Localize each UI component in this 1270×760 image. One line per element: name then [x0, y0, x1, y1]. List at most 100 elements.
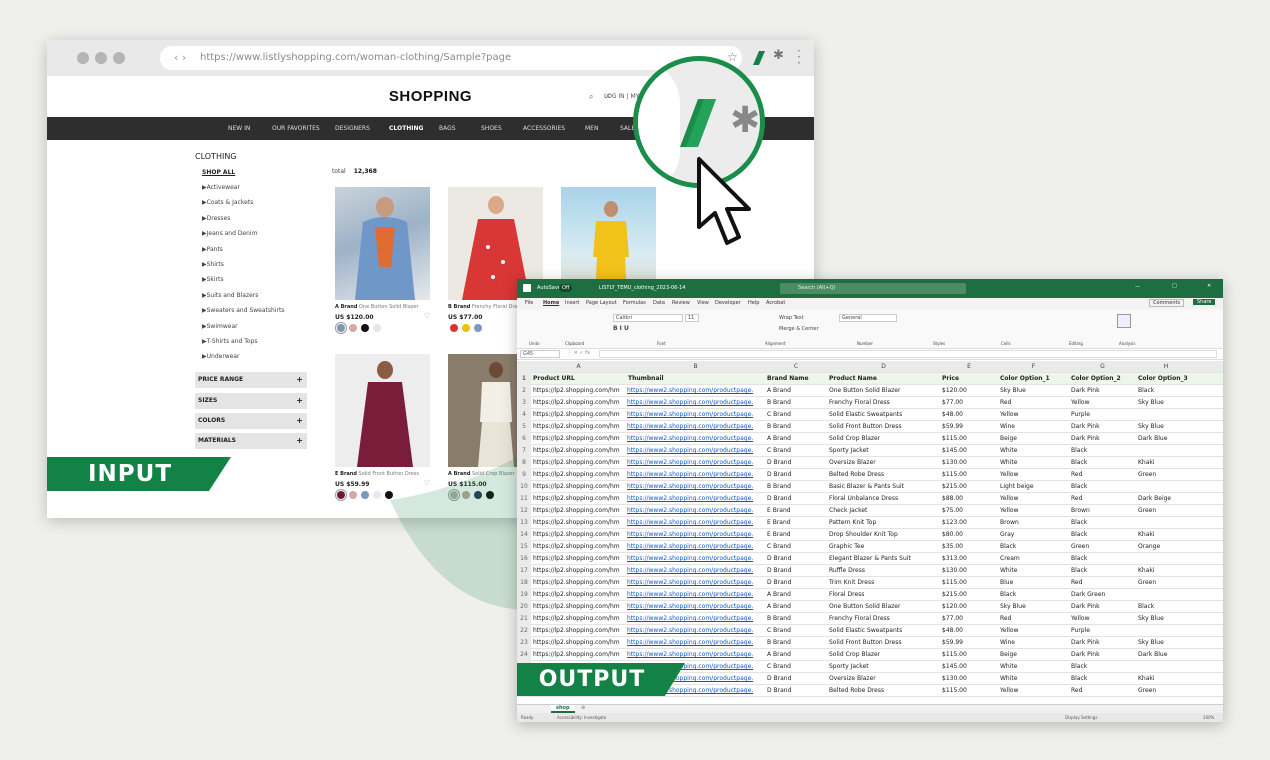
filter-colors[interactable]: COLORS + — [195, 413, 307, 429]
cell-product-url[interactable]: https://lp2.shopping.com/hm — [533, 639, 625, 646]
header-cell[interactable]: Product URL — [533, 375, 625, 382]
category-item[interactable]: ▶Pants — [202, 246, 223, 253]
header-cell[interactable]: Price — [942, 375, 997, 382]
filter-price-range[interactable]: PRICE RANGE + — [195, 372, 307, 388]
cell-price[interactable]: $59.99 — [942, 639, 997, 646]
cell-color-3[interactable]: Khaki — [1138, 531, 1195, 538]
cell-price[interactable]: $115.00 — [942, 579, 997, 586]
cell-price[interactable]: $88.00 — [942, 495, 997, 502]
cell-thumbnail-link[interactable]: https://www2.shopping.com/productpage. — [627, 579, 764, 586]
cell-product-name[interactable]: Trim Knit Dress — [829, 579, 939, 586]
cell-product-url[interactable]: https://lp2.shopping.com/hm — [533, 507, 625, 514]
puzzle-icon[interactable]: ✱ — [773, 48, 784, 63]
window-maximize-dot[interactable] — [113, 52, 125, 64]
menu-view[interactable]: View — [697, 300, 709, 306]
cell-thumbnail-link[interactable]: https://www2.shopping.com/productpage. — [627, 591, 764, 598]
column-letter[interactable]: G — [1069, 363, 1136, 370]
row-number[interactable]: 10 — [517, 481, 531, 493]
cell-thumbnail-link[interactable]: https://www2.shopping.com/productpage. — [627, 627, 764, 634]
cell-brand[interactable]: B Brand — [767, 483, 826, 490]
window-close-dot[interactable] — [77, 52, 89, 64]
cell-color-3[interactable]: Green — [1138, 507, 1195, 514]
login-link[interactable]: LOG IN | MY — [604, 93, 639, 100]
cell-product-name[interactable]: Graphic Tee — [829, 543, 939, 550]
category-item[interactable]: ▶Sweaters and Sweatshirts — [202, 307, 284, 314]
cell-thumbnail-link[interactable]: https://www2.shopping.com/productpage. — [627, 459, 764, 466]
bold-italic-underline-icons[interactable]: B I U — [613, 325, 629, 332]
row-number[interactable]: 12 — [517, 505, 531, 517]
listly-extension-icon[interactable] — [680, 99, 716, 147]
search-icon[interactable]: ⌕ — [589, 92, 593, 102]
cell-color-1[interactable]: Cream — [1000, 555, 1068, 562]
name-box[interactable]: G45 — [520, 350, 560, 358]
cell-brand[interactable]: A Brand — [767, 591, 826, 598]
cell-color-3[interactable]: Khaki — [1138, 675, 1195, 682]
cell-product-name[interactable]: One Button Solid Blazer — [829, 603, 939, 610]
column-letter[interactable]: C — [765, 363, 827, 370]
cell-brand[interactable]: C Brand — [767, 663, 826, 670]
cell-brand[interactable]: D Brand — [767, 459, 826, 466]
cell-product-url[interactable]: https://lp2.shopping.com/hm — [533, 471, 625, 478]
header-cell[interactable]: Product Name — [829, 375, 939, 382]
cell-product-name[interactable]: Floral Unbalance Dress — [829, 495, 939, 502]
cell-brand[interactable]: B Brand — [767, 615, 826, 622]
cell-product-name[interactable]: Belted Robe Dress — [829, 471, 939, 478]
row-number[interactable]: 2 — [517, 385, 531, 397]
cell-product-url[interactable]: https://lp2.shopping.com/hm — [533, 519, 625, 526]
autosave-toggle[interactable]: Off — [559, 284, 573, 292]
cell-color-1[interactable]: Sky Blue — [1000, 387, 1068, 394]
minimize-icon[interactable]: — — [1135, 284, 1140, 290]
color-swatches[interactable] — [337, 324, 385, 332]
header-cell[interactable]: Color Option_1 — [1000, 375, 1068, 382]
cell-color-3[interactable]: Khaki — [1138, 459, 1195, 466]
status-accessibility[interactable]: Accessibility: Investigate — [557, 715, 606, 720]
cell-product-url[interactable]: https://lp2.shopping.com/hm — [533, 459, 625, 466]
category-item[interactable]: ▶T-Shirts and Tops — [202, 338, 257, 345]
cell-product-url[interactable]: https://lp2.shopping.com/hm — [533, 567, 625, 574]
cell-thumbnail-link[interactable]: https://www2.shopping.com/productpage. — [627, 615, 764, 622]
cell-thumbnail-link[interactable]: https://www2.shopping.com/productpage. — [627, 507, 764, 514]
sheet-tab-shop[interactable]: shop — [551, 705, 575, 713]
category-item[interactable]: ▶Underwear — [202, 353, 240, 360]
cell-color-2[interactable]: Dark Pink — [1071, 603, 1135, 610]
cell-color-2[interactable]: Dark Pink — [1071, 387, 1135, 394]
row-number[interactable]: 6 — [517, 433, 531, 445]
cell-color-2[interactable]: Black — [1071, 447, 1135, 454]
cell-product-name[interactable]: One Button Solid Blazer — [829, 387, 939, 394]
menu-home[interactable]: Home — [543, 300, 559, 306]
cell-color-1[interactable]: Yellow — [1000, 627, 1068, 634]
cell-thumbnail-link[interactable]: https://www2.shopping.com/productpage. — [627, 411, 764, 418]
cell-color-2[interactable]: Red — [1071, 687, 1135, 694]
product-image[interactable] — [335, 187, 430, 300]
cell-brand[interactable]: D Brand — [767, 567, 826, 574]
cell-brand[interactable]: B Brand — [767, 399, 826, 406]
cell-product-name[interactable]: Solid Crop Blazer — [829, 651, 939, 658]
cell-color-2[interactable]: Black — [1071, 483, 1135, 490]
cell-brand[interactable]: D Brand — [767, 687, 826, 694]
cell-color-3[interactable]: Sky Blue — [1138, 615, 1195, 622]
row-number[interactable]: 4 — [517, 409, 531, 421]
cell-color-3[interactable]: Sky Blue — [1138, 423, 1195, 430]
cell-price[interactable]: $115.00 — [942, 471, 997, 478]
nav-our-favorites[interactable]: OUR FAVORITES — [272, 125, 320, 132]
spreadsheet-grid[interactable]: A B C D E F G H 1 Product URL Thumbnail Brand Name P… — [517, 361, 1223, 709]
merge-center-button[interactable]: Merge & Center — [779, 326, 819, 332]
cell-color-2[interactable]: Dark Pink — [1071, 639, 1135, 646]
cell-color-2[interactable]: Purple — [1071, 627, 1135, 634]
cell-product-url[interactable]: https://lp2.shopping.com/hm — [533, 447, 625, 454]
nav-shoes[interactable]: SHOES — [481, 125, 502, 132]
cell-thumbnail-link[interactable]: https://www2.shopping.com/productpage. — [627, 603, 764, 610]
comments-button[interactable]: Comments — [1149, 299, 1185, 307]
row-number[interactable]: 5 — [517, 421, 531, 433]
nav-accessories[interactable]: ACCESSORIES — [523, 125, 565, 132]
cell-color-1[interactable]: Beige — [1000, 435, 1068, 442]
row-number[interactable]: 15 — [517, 541, 531, 553]
row-number[interactable]: 13 — [517, 517, 531, 529]
cell-price[interactable]: $130.00 — [942, 567, 997, 574]
cell-color-1[interactable]: Sky Blue — [1000, 603, 1068, 610]
cell-price[interactable]: $130.00 — [942, 459, 997, 466]
cell-product-url[interactable]: https://lp2.shopping.com/hm — [533, 423, 625, 430]
cell-color-3[interactable]: Green — [1138, 687, 1195, 694]
cell-thumbnail-link[interactable]: https://www2.shopping.com/productpage. — [627, 639, 764, 646]
cell-color-1[interactable]: White — [1000, 459, 1068, 466]
